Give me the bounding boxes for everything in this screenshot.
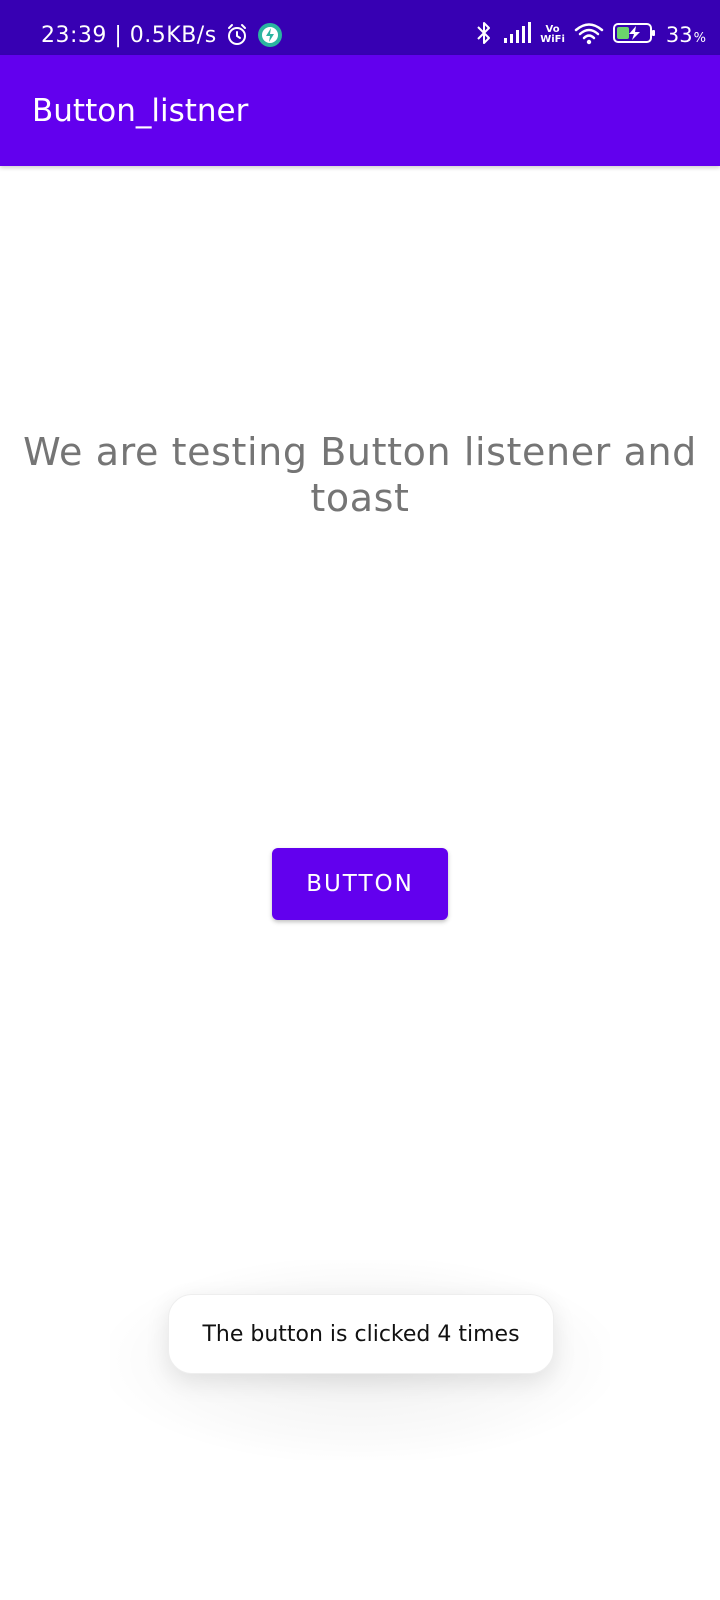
shield-icon: [257, 22, 283, 48]
vowifi-icon: Vo WiFi: [540, 25, 565, 45]
screen: 23:39 | 0.5KB/s Vo WiFi 33 % Button_list…: [0, 0, 720, 1600]
battery-percent-value: 33: [665, 23, 693, 47]
alarm-icon: [225, 23, 249, 47]
wifi-icon: [574, 21, 604, 49]
battery-percent-sign: %: [693, 31, 706, 46]
status-left: 23:39 | 0.5KB/s: [41, 17, 283, 53]
vowifi-bottom-label: WiFi: [540, 34, 565, 45]
status-bar: 23:39 | 0.5KB/s Vo WiFi 33 %: [0, 0, 720, 55]
battery-percent: 33 %: [666, 23, 706, 47]
toast-message: The button is clicked 4 times: [202, 1321, 520, 1347]
app-bar: Button_listner: [0, 55, 720, 166]
main-button[interactable]: BUTTON: [272, 848, 448, 920]
bluetooth-icon: [474, 21, 494, 49]
status-time-speed: 23:39 | 0.5KB/s: [41, 22, 217, 48]
headline-text: We are testing Button listener and toast: [23, 430, 697, 520]
app-title: Button_listner: [32, 93, 249, 129]
signal-icon: [503, 22, 532, 48]
battery-charging-icon: [612, 21, 657, 49]
status-right: Vo WiFi 33 %: [474, 17, 706, 53]
toast: The button is clicked 4 times: [168, 1294, 554, 1374]
